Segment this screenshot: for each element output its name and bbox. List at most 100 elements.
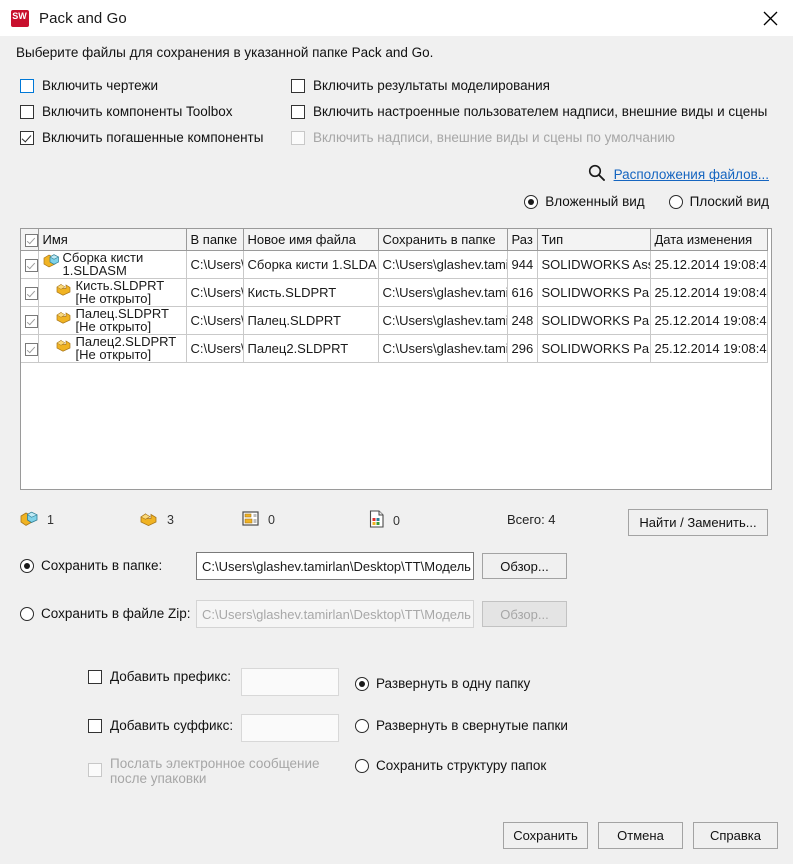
radio-flatten-to-single-folder[interactable]: Развернуть в одну папку (355, 676, 530, 691)
suffix-input[interactable] (241, 714, 339, 742)
radio-label: Развернуть в одну папку (376, 676, 531, 691)
checkbox-box (291, 130, 305, 145)
cell-date: 25.12.2014 19:08:4 (650, 278, 768, 308)
cell-type: SOLIDWORKS Part (537, 278, 651, 308)
document-icon (369, 510, 385, 531)
browse-zip-button: Обзор... (482, 601, 567, 627)
close-icon[interactable] (747, 0, 793, 36)
column-header-new-name[interactable]: Новое имя файла (243, 229, 379, 252)
checkbox-label: Включить настроенные пользователем надпи… (313, 104, 768, 119)
radio-flatten-to-minimal-folders[interactable]: Развернуть в свернутые папки (355, 718, 568, 733)
cell-name: Кисть.SLDPRT [Не открыто] (38, 278, 187, 308)
row-checkbox[interactable] (21, 250, 39, 280)
radio-keep-folder-structure[interactable]: Сохранить структуру папок (355, 758, 546, 773)
checkbox-box (20, 104, 34, 119)
counter-value: 0 (393, 513, 400, 528)
cell-folder: C:\Users\ (186, 278, 244, 308)
checkbox-include-drawings[interactable]: Включить чертежи (20, 78, 158, 93)
checkbox-include-custom-decals[interactable]: Включить настроенные пользователем надпи… (291, 104, 767, 119)
row-name-text: Кисть.SLDPRT [Не открыто] (75, 280, 165, 306)
cell-date: 25.12.2014 19:08:4 (650, 250, 768, 280)
column-header-folder[interactable]: В папке (186, 229, 244, 252)
view-mode-group: Вложенный вид Плоский вид (524, 194, 769, 209)
cell-save-in: C:\Users\glashev.tamir (378, 334, 508, 364)
prefix-input[interactable] (241, 668, 339, 696)
counter-value: 3 (167, 513, 174, 527)
checkbox-include-suppressed[interactable]: Включить погашенные компоненты (20, 130, 263, 145)
cell-type: SOLIDWORKS Part (537, 306, 651, 336)
cancel-button[interactable]: Отмена (598, 822, 683, 849)
cell-folder: C:\Users\ (186, 250, 244, 280)
file-list-table[interactable]: Имя В папке Новое имя файла Сохранить в … (20, 228, 772, 490)
checkbox-label: Включить результаты моделирования (313, 78, 550, 93)
cell-name: Сборка кисти 1.SLDASM (38, 250, 187, 280)
help-button[interactable]: Справка (693, 822, 778, 849)
row-checkbox[interactable] (21, 334, 39, 364)
column-header-type[interactable]: Тип (537, 229, 651, 252)
radio-flat-view[interactable]: Плоский вид (668, 194, 769, 209)
checkbox-add-suffix[interactable]: Добавить суффикс: (88, 718, 233, 733)
file-locations-link[interactable]: Расположения файлов... (614, 167, 769, 182)
checkbox-box (291, 104, 305, 119)
cell-new-name[interactable]: Сборка кисти 1.SLDA (243, 250, 379, 280)
checkbox-box (25, 343, 37, 357)
radio-save-to-folder[interactable]: Сохранить в папке: (20, 558, 162, 573)
cell-size: 296 (507, 334, 538, 364)
cell-new-name[interactable]: Кисть.SLDPRT (243, 278, 379, 308)
radio-label: Сохранить в файле Zip: (41, 606, 191, 621)
column-header-name[interactable]: Имя (38, 229, 187, 252)
checkbox-label: Добавить префикс: (110, 669, 231, 684)
cell-date: 25.12.2014 19:08:4 (650, 306, 768, 336)
column-header-select-all[interactable] (21, 229, 39, 252)
checkbox-label: Добавить суффикс: (110, 718, 234, 733)
part-icon (56, 281, 73, 296)
cell-folder: C:\Users\ (186, 334, 244, 364)
checkbox-box (88, 718, 102, 733)
table-row[interactable]: Кисть.SLDPRT [Не открыто] C:\Users\ Кист… (21, 278, 768, 308)
cell-folder: C:\Users\ (186, 306, 244, 336)
table-row[interactable]: Палец2.SLDPRT [Не открыто] C:\Users\ Пал… (21, 334, 768, 364)
cell-size: 944 (507, 250, 538, 280)
radio-save-to-zip[interactable]: Сохранить в файле Zip: (20, 606, 191, 621)
window-title: Pack and Go (39, 9, 127, 27)
row-checkbox[interactable] (21, 306, 39, 336)
checkbox-box (88, 763, 102, 777)
cell-size: 248 (507, 306, 538, 336)
browse-folder-button[interactable]: Обзор... (482, 553, 567, 579)
radio-dot (355, 718, 369, 733)
table-row[interactable]: Сборка кисти 1.SLDASM C:\Users\ Сборка к… (21, 250, 768, 280)
row-name-text: Палец.SLDPRT [Не открыто] (75, 308, 169, 334)
assembly-icon (43, 253, 60, 268)
find-replace-button[interactable]: Найти / Заменить... (628, 509, 768, 536)
radio-nested-view[interactable]: Вложенный вид (524, 194, 645, 209)
instruction-text: Выберите файлы для сохранения в указанно… (16, 45, 434, 60)
cell-save-in: C:\Users\glashev.tamir (378, 250, 508, 280)
save-zip-path-input: C:\Users\glashev.tamirlan\Desktop\TT\Мод… (196, 600, 474, 628)
cell-new-name[interactable]: Палец2.SLDPRT (243, 334, 379, 364)
radio-dot (668, 194, 683, 209)
checkbox-include-default-decals: Включить надписи, внешние виды и сцены п… (291, 130, 675, 145)
checkbox-include-simulation-results[interactable]: Включить результаты моделирования (291, 78, 550, 93)
checkbox-box (25, 287, 37, 301)
checkbox-include-toolbox[interactable]: Включить компоненты Toolbox (20, 104, 233, 119)
assembly-icon (20, 510, 39, 530)
cell-type: SOLIDWORKS Ass (537, 250, 651, 280)
radio-dot (524, 194, 539, 209)
row-checkbox[interactable] (21, 278, 39, 308)
save-folder-path-input[interactable]: C:\Users\glashev.tamirlan\Desktop\TT\Мод… (196, 552, 474, 580)
part-icon (140, 510, 159, 530)
counter-drawings: 0 (242, 510, 275, 530)
checkbox-add-prefix[interactable]: Добавить префикс: (88, 669, 231, 684)
checkbox-label: Включить надписи, внешние виды и сцены п… (313, 130, 676, 145)
cell-new-name[interactable]: Палец.SLDPRT (243, 306, 379, 336)
column-header-size[interactable]: Раз (507, 229, 538, 252)
save-button[interactable]: Сохранить (503, 822, 588, 849)
radio-label: Плоский вид (689, 194, 769, 209)
checkbox-box (25, 234, 37, 248)
table-row[interactable]: Палец.SLDPRT [Не открыто] C:\Users\ Пале… (21, 306, 768, 336)
checkbox-send-email-after-packing: Послать электронное сообщение после упак… (88, 756, 343, 786)
column-header-save-in[interactable]: Сохранить в папке (378, 229, 508, 252)
total-label: Всего: 4 (507, 512, 556, 527)
counter-value: 1 (47, 513, 54, 527)
column-header-date[interactable]: Дата изменения (650, 229, 768, 252)
